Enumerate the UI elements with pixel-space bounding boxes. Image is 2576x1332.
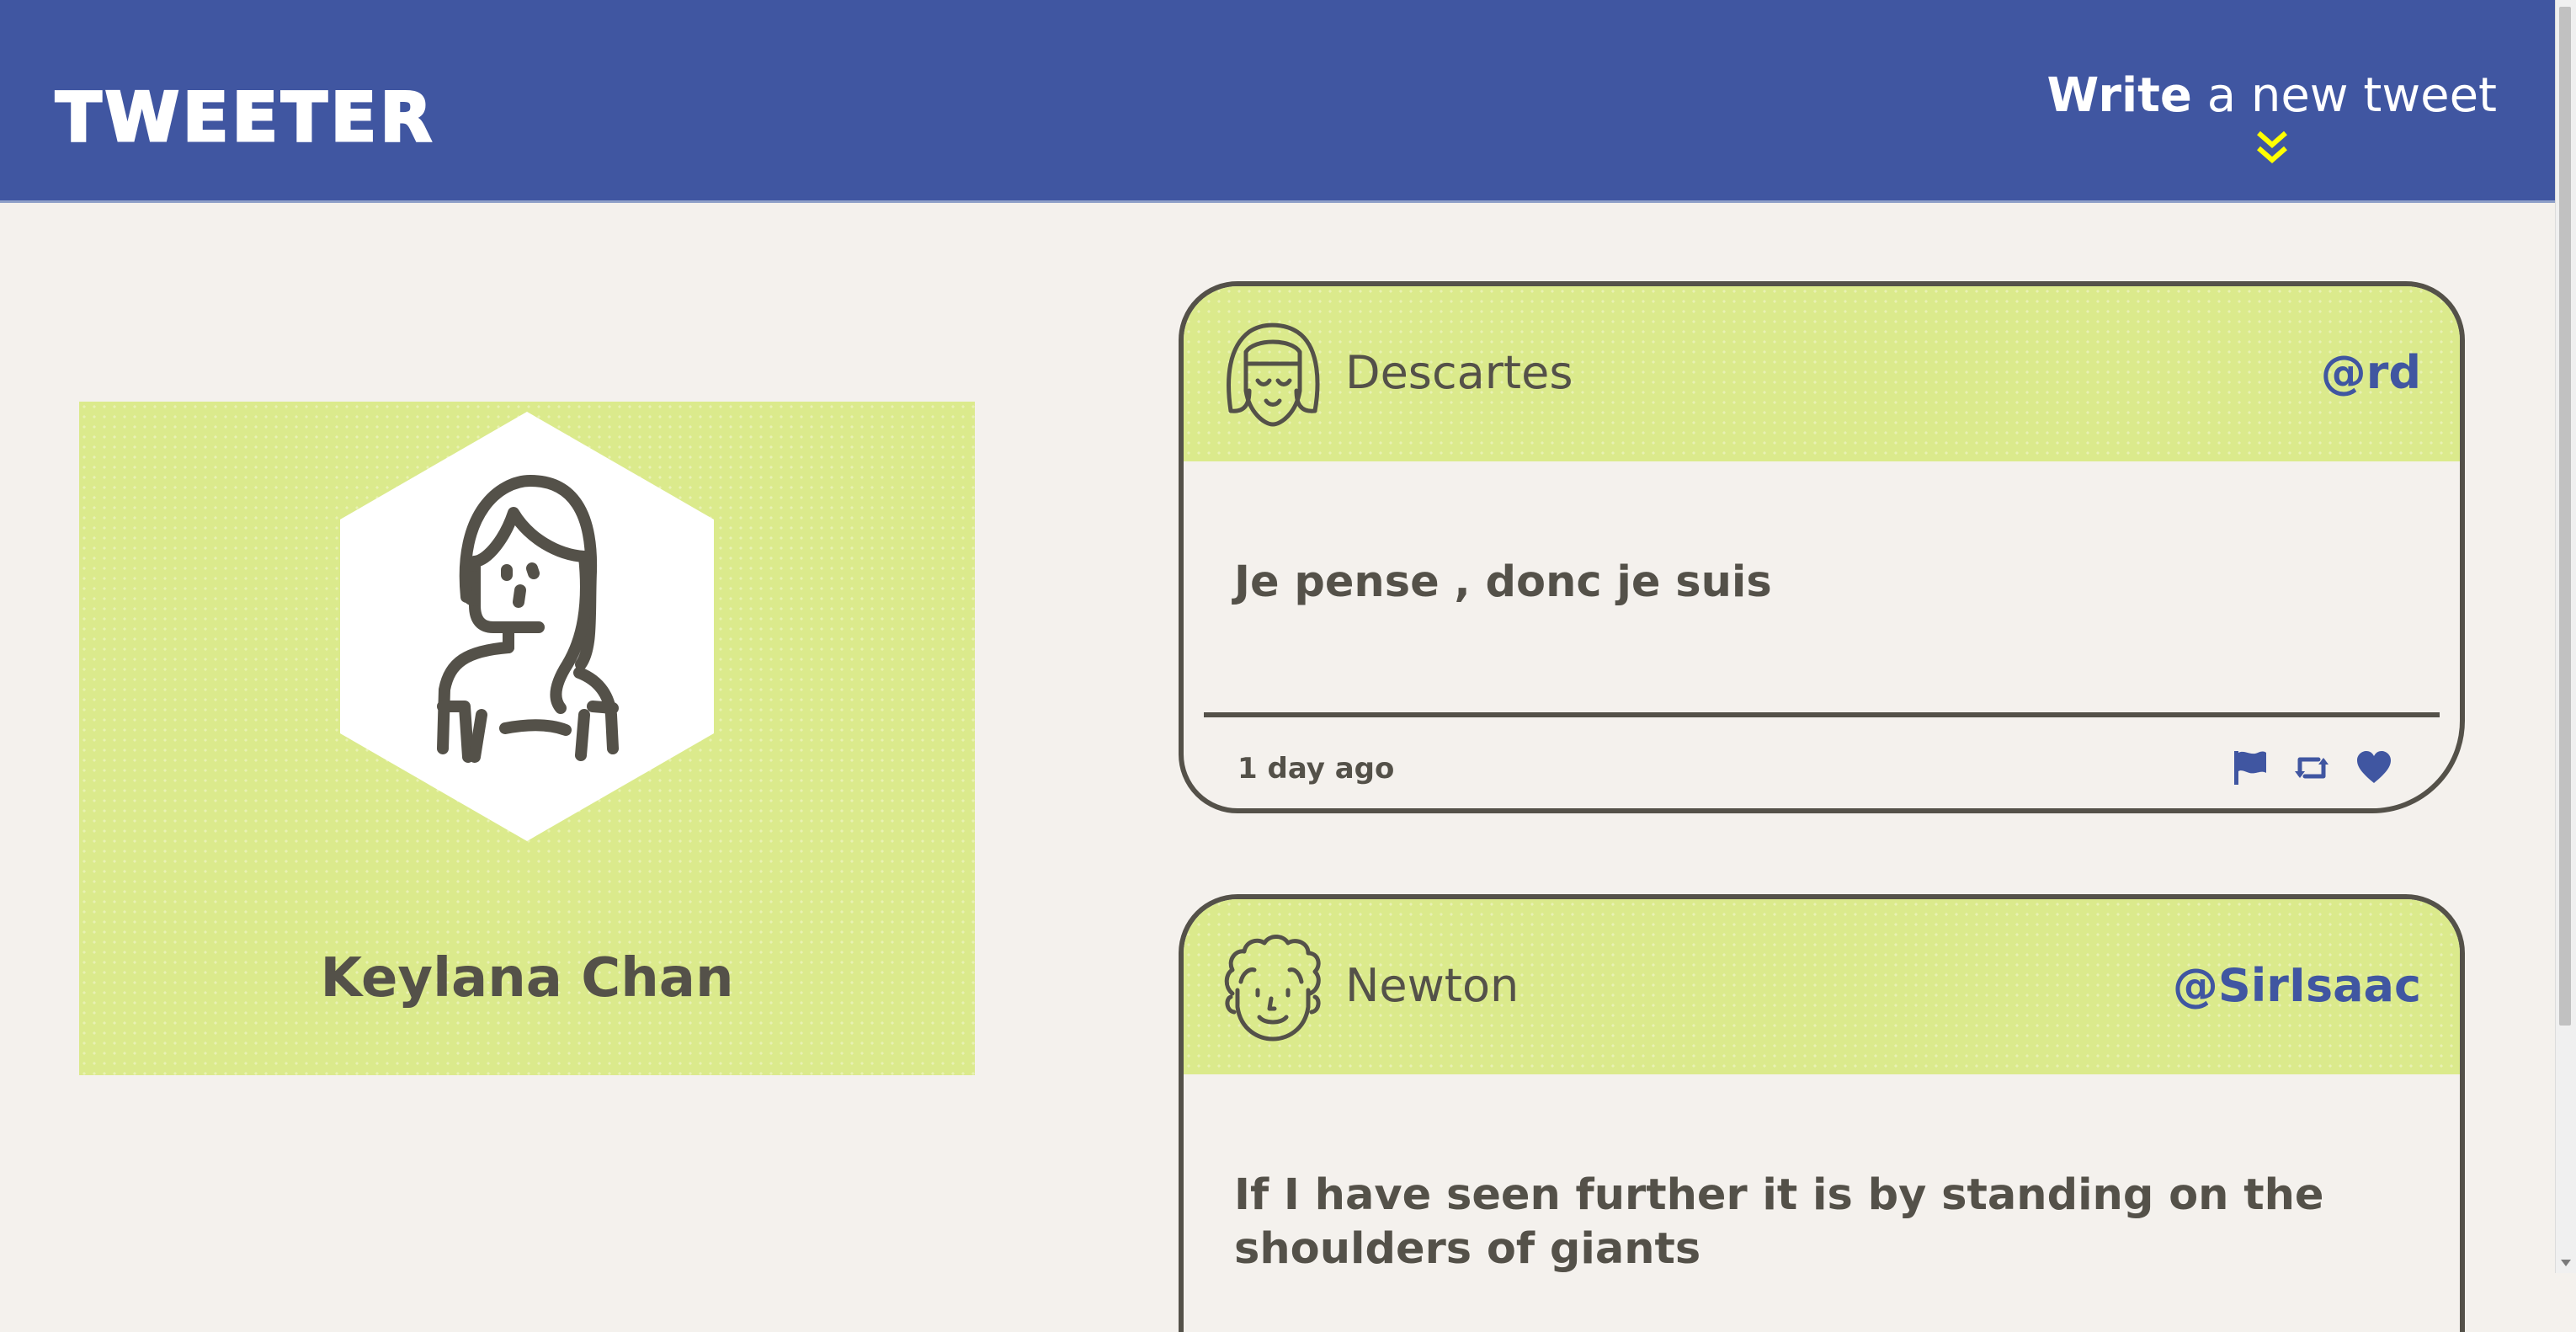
flag-icon[interactable] — [2231, 749, 2268, 786]
tweet-date: 1 day ago — [1237, 752, 1395, 786]
profile-card: Keylana Chan — [79, 402, 975, 1075]
tweet-text: If I have seen further it is by standing… — [1234, 1170, 2324, 1274]
tweet-author-handle[interactable]: @SirIsaac — [2173, 963, 2421, 1009]
retweet-icon[interactable] — [2293, 749, 2330, 786]
curly-hair-avatar-icon — [1224, 935, 1321, 1042]
tweet-author-name: Newton — [1345, 959, 1520, 1012]
heart-icon[interactable] — [2355, 749, 2392, 786]
tweet-footer: 1 day ago — [1184, 717, 2460, 802]
top-nav: TWEETER Write a new tweet — [0, 0, 2556, 203]
tweet-actions — [2231, 749, 2392, 786]
page-scrollbar[interactable] — [2555, 0, 2576, 1273]
compose-label-rest: a new tweet — [2191, 68, 2497, 123]
scroll-down-arrow-icon[interactable] — [2561, 1260, 2571, 1266]
scrollbar-thumb[interactable] — [2559, 7, 2571, 1026]
compose-label-strong: Write — [2046, 68, 2192, 123]
double-chevron-down-icon[interactable] — [2255, 128, 2289, 165]
girl-avatar-icon — [340, 412, 714, 841]
tweet-text: Je pense , donc je suis — [1234, 557, 1772, 607]
profile-name: Keylana Chan — [320, 947, 734, 1010]
tweet-header: Descartes @rd — [1184, 286, 2460, 461]
tweet-header: Newton @SirIsaac — [1184, 899, 2460, 1074]
tweet-card: Descartes @rd Je pense , donc je suis 1 … — [1179, 281, 2465, 813]
brand-logo[interactable]: TWEETER — [55, 83, 435, 152]
tweet-card: Newton @SirIsaac If I have seen further … — [1179, 894, 2465, 1332]
tweet-author-name: Descartes — [1345, 346, 1573, 399]
tweet-author-handle[interactable]: @rd — [2321, 350, 2421, 396]
compose-toggle[interactable]: Write a new tweet — [2047, 72, 2497, 165]
bob-hair-avatar-icon — [1227, 322, 1320, 427]
